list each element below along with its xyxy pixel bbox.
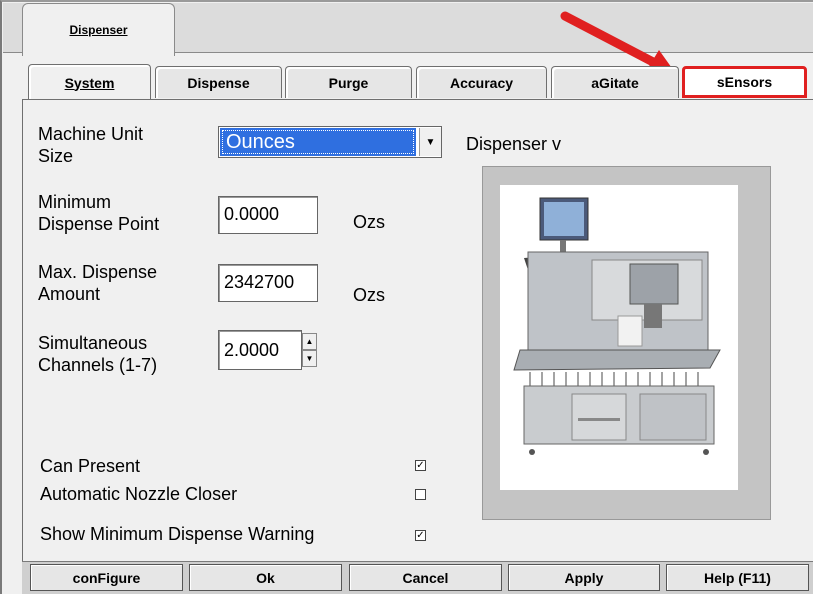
machine-unit-size-label: Machine Unit Size — [38, 124, 144, 166]
apply-button[interactable]: Apply — [508, 564, 660, 591]
configure-button[interactable]: conFigure — [30, 564, 183, 591]
minimum-dispense-point-label: Minimum Dispense Point — [38, 192, 160, 234]
panel-border-left — [22, 99, 23, 561]
dispenser-version-label: Dispenser v — [466, 134, 562, 154]
spin-down-icon[interactable]: ▼ — [302, 350, 317, 367]
simultaneous-channels-label: Simultaneous Channels (1-7) — [38, 333, 158, 375]
tab-accuracy[interactable]: Accuracy — [416, 66, 547, 98]
checkbox-label-automatic-nozzle-closer: Automatic Nozzle Closer — [40, 484, 238, 504]
machine-unit-size-value: Ounces — [220, 128, 416, 156]
tab-dispenser-label: Dispenser — [69, 23, 128, 37]
tab-dispense-label: Dispense — [187, 74, 250, 91]
checkbox-label-show-minimum-dispense-warning: Show Minimum Dispense Warning — [40, 524, 315, 544]
help-button-label: Help (F11) — [704, 569, 771, 586]
max-dispense-amount-input[interactable]: 2342700 — [218, 264, 318, 302]
help-button[interactable]: Help (F11) — [666, 564, 809, 591]
max-dispense-amount-unit: Ozs — [353, 285, 386, 305]
cancel-button-label: Cancel — [402, 569, 449, 586]
tab-agitate[interactable]: aGitate — [551, 66, 679, 98]
tab-system-label: System — [64, 74, 115, 91]
cancel-button[interactable]: Cancel — [349, 564, 502, 591]
dispenser-machine-illustration — [513, 197, 721, 455]
tab-accuracy-label: Accuracy — [449, 74, 514, 91]
tab-purge-label: Purge — [328, 74, 369, 91]
tab-purge[interactable]: Purge — [285, 66, 412, 98]
configure-button-label: conFigure — [72, 569, 141, 586]
tab-agitate-label: aGitate — [591, 74, 639, 91]
max-dispense-amount-label: Max. Dispense Amount — [38, 262, 158, 304]
ok-button-label: Ok — [256, 569, 275, 586]
checkbox-show-minimum-dispense-warning[interactable]: ✓ — [415, 530, 426, 541]
tab-system[interactable]: System — [28, 64, 151, 100]
chevron-down-icon[interactable]: ▼ — [419, 128, 441, 156]
checkbox-automatic-nozzle-closer[interactable] — [415, 489, 426, 500]
apply-button-label: Apply — [564, 569, 604, 586]
tab-dispense[interactable]: Dispense — [155, 66, 282, 98]
tab-sensors-label: sEnsors — [716, 74, 773, 90]
machine-unit-size-select[interactable]: Ounces ▼ — [218, 126, 442, 158]
minimum-dispense-point-input[interactable]: 0.0000 — [218, 196, 318, 234]
simultaneous-channels-input[interactable]: 2.0000 — [218, 330, 302, 370]
minimum-dispense-point-unit: Ozs — [353, 212, 386, 232]
checkbox-label-can-present: Can Present — [40, 456, 141, 476]
checkbox-can-present[interactable]: ✓ — [415, 460, 426, 471]
tab-dispenser[interactable]: Dispenser — [22, 3, 175, 56]
ok-button[interactable]: Ok — [189, 564, 342, 591]
spin-up-icon[interactable]: ▲ — [302, 333, 317, 350]
panel-border-top — [22, 99, 813, 100]
tab-sensors[interactable]: sEnsors — [682, 66, 807, 98]
simultaneous-channels-spinner[interactable]: 2.0000 ▲ ▼ — [218, 330, 318, 370]
